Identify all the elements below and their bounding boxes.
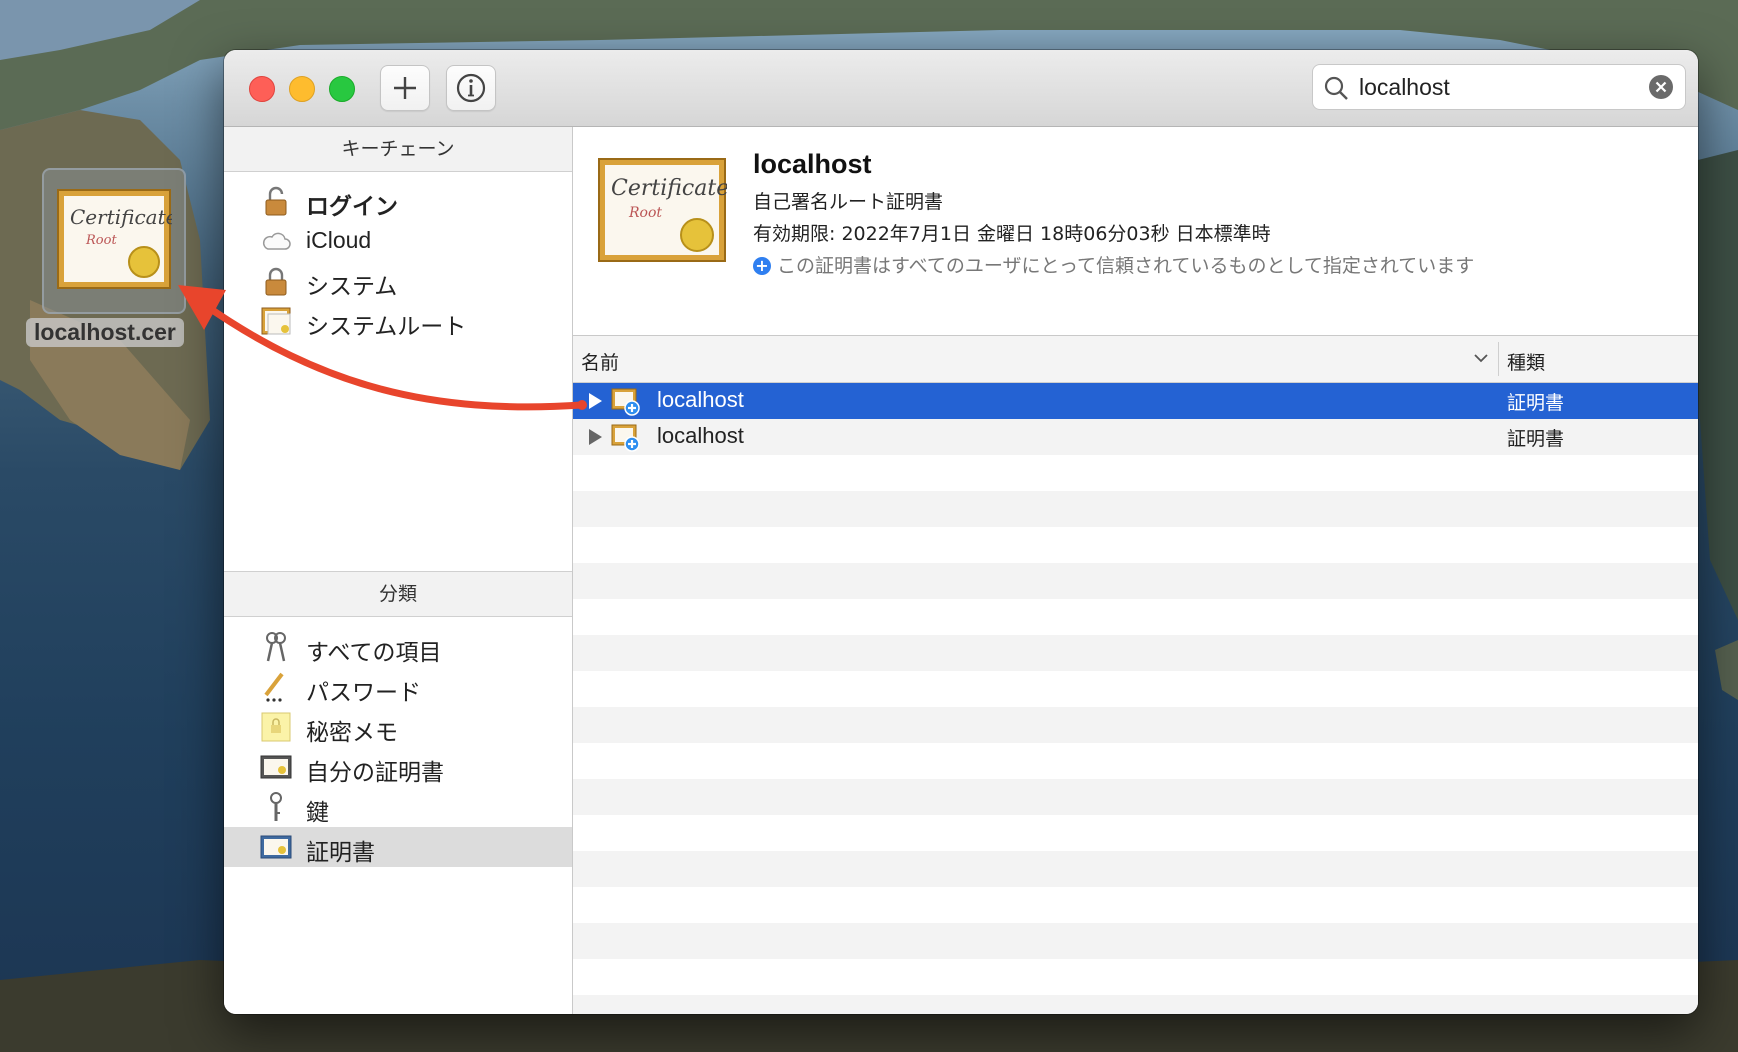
table-row[interactable]: localhost 証明書 <box>573 419 1698 455</box>
sidebar-item-label: パスワード <box>306 679 421 705</box>
pencil-icon <box>264 672 284 702</box>
sidebar-item-system[interactable]: システム <box>224 261 572 301</box>
sidebar-item-label: 鍵 <box>306 799 329 825</box>
my-certificate-icon <box>260 755 292 779</box>
sidebar-item-my-certificates[interactable]: 自分の証明書 <box>224 747 572 787</box>
empty-row <box>573 959 1698 995</box>
sidebar-item-login[interactable]: ログイン <box>224 181 572 221</box>
clear-icon[interactable] <box>1649 75 1673 99</box>
sidebar-item-certificates[interactable]: 証明書 <box>224 827 572 867</box>
certificate-type: 自己署名ルート証明書 <box>753 191 944 213</box>
certificate-icon: Certificate Root <box>57 189 172 289</box>
sidebar-item-icloud[interactable]: iCloud <box>224 221 572 261</box>
search-field[interactable] <box>1312 64 1686 110</box>
empty-row <box>573 923 1698 959</box>
trust-plus-icon: + <box>753 257 771 275</box>
certificate-trusted-icon <box>611 424 640 452</box>
svg-text:Root: Root <box>628 205 662 221</box>
empty-row <box>573 779 1698 815</box>
info-button[interactable] <box>446 65 496 111</box>
keychain-window: キーチェーン ログイン iCloud システム <box>224 50 1698 1014</box>
column-header-kind[interactable]: 種類 <box>1507 348 1545 375</box>
row-kind: 証明書 <box>1507 392 1565 414</box>
category-header: 分類 <box>224 571 572 617</box>
info-icon <box>456 73 486 103</box>
sidebar: キーチェーン ログイン iCloud システム システムルート 分類 すべての項… <box>224 127 573 1014</box>
empty-row <box>573 599 1698 635</box>
sidebar-item-passwords[interactable]: パスワード <box>224 667 572 707</box>
certificate-title: localhost <box>753 149 872 179</box>
sidebar-item-label: システム <box>306 273 398 299</box>
key-icon <box>270 792 282 821</box>
empty-row <box>573 527 1698 563</box>
sidebar-item-secure-notes[interactable]: 秘密メモ <box>224 707 572 747</box>
sidebar-item-label: ログイン <box>306 193 398 219</box>
titlebar <box>224 50 1698 127</box>
sidebar-item-label: 自分の証明書 <box>306 759 444 785</box>
empty-row <box>573 851 1698 887</box>
certificate-icon: Certificate Root <box>598 158 727 262</box>
unlocked-padlock-icon <box>265 186 287 216</box>
keys-icon <box>266 632 286 662</box>
certificate-icon <box>260 835 292 859</box>
empty-row <box>573 707 1698 743</box>
sidebar-item-label: 秘密メモ <box>306 719 398 745</box>
svg-text:Certificate: Certificate <box>70 205 172 229</box>
row-name: localhost <box>657 387 744 412</box>
column-header-name[interactable]: 名前 <box>581 348 619 375</box>
zoom-button[interactable] <box>329 76 355 102</box>
cloud-icon <box>262 232 291 250</box>
items-table: 名前 種類 localhost 証明書 localhost 証明書 <box>573 335 1698 1014</box>
minimize-button[interactable] <box>289 76 315 102</box>
search-icon <box>1324 76 1348 100</box>
search-input[interactable] <box>1357 69 1641 105</box>
column-divider[interactable] <box>1498 342 1499 376</box>
table-row[interactable]: localhost 証明書 <box>573 383 1698 419</box>
note-icon <box>261 712 291 742</box>
certificate-detail: Certificate Root localhost 自己署名ルート証明書 有効… <box>573 127 1698 335</box>
row-name: localhost <box>657 423 744 448</box>
desktop-file-label[interactable]: localhost.cer <box>26 318 184 347</box>
keychains-header: キーチェーン <box>224 127 572 172</box>
empty-row <box>573 815 1698 851</box>
empty-row <box>573 491 1698 527</box>
disclosure-triangle-icon[interactable] <box>587 392 603 410</box>
sidebar-item-system-roots[interactable]: システムルート <box>224 301 572 341</box>
certificate-cabinet-icon <box>261 307 291 335</box>
sidebar-item-label: iCloud <box>306 227 372 253</box>
sidebar-item-label: 証明書 <box>306 839 375 865</box>
empty-row <box>573 743 1698 779</box>
row-kind: 証明書 <box>1507 428 1565 450</box>
table-rows: localhost 証明書 localhost 証明書 <box>573 383 1698 1014</box>
add-button[interactable] <box>380 65 430 111</box>
close-button[interactable] <box>249 76 275 102</box>
disclosure-triangle-icon[interactable] <box>587 428 603 446</box>
empty-row <box>573 671 1698 707</box>
svg-text:Root: Root <box>85 233 117 248</box>
trust-text: この証明書はすべてのユーザにとって信頼されているものとして指定されています <box>777 255 1475 277</box>
empty-row <box>573 455 1698 491</box>
certificate-trust-status: + この証明書はすべてのユーザにとって信頼されているものとして指定されています <box>753 251 1474 278</box>
sidebar-item-keys[interactable]: 鍵 <box>224 787 572 827</box>
empty-row <box>573 887 1698 923</box>
svg-text:Certificate: Certificate <box>611 176 727 201</box>
empty-row <box>573 995 1698 1014</box>
empty-row <box>573 635 1698 671</box>
certificate-expiry: 有効期限: 2022年7月1日 金曜日 18時06分03秒 日本標準時 <box>753 223 1271 245</box>
desktop-file-icon[interactable]: Certificate Root <box>42 168 186 314</box>
sidebar-item-all-items[interactable]: すべての項目 <box>224 627 572 667</box>
sidebar-item-label: すべての項目 <box>306 639 442 665</box>
plus-icon <box>394 77 416 99</box>
chevron-down-icon[interactable] <box>1473 352 1489 364</box>
sidebar-item-label: システムルート <box>306 313 467 339</box>
empty-row <box>573 563 1698 599</box>
locked-padlock-icon <box>265 267 287 296</box>
table-header: 名前 種類 <box>573 336 1698 383</box>
certificate-trusted-icon <box>611 388 640 416</box>
